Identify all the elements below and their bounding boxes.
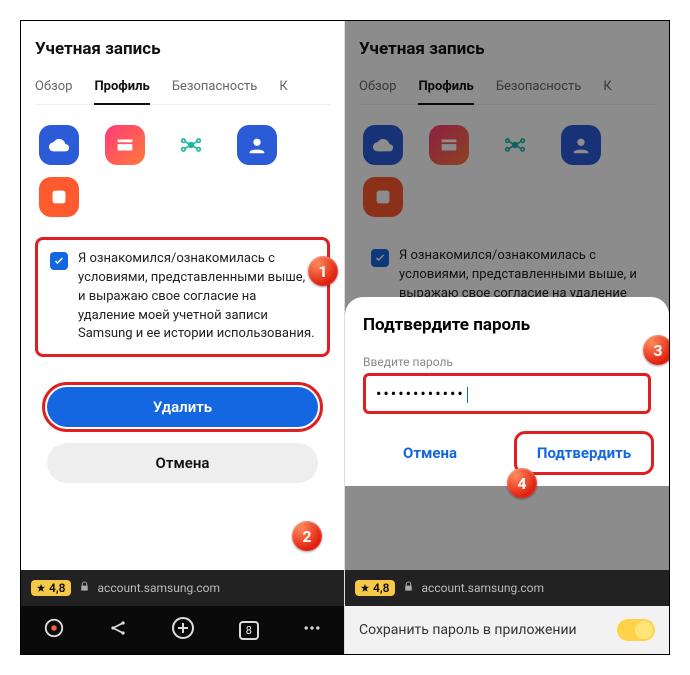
password-label: Введите пароль (363, 355, 651, 369)
cloud-icon[interactable] (39, 125, 79, 165)
add-icon[interactable] (171, 616, 195, 644)
cancel-button[interactable]: Отмена (47, 443, 318, 483)
save-password-text: Сохранить пароль в приложении (359, 622, 577, 638)
address-bar[interactable]: 4,8 account.samsung.com (345, 570, 669, 606)
browser-navbar: 8 (21, 606, 344, 654)
step-badge-2: 2 (292, 521, 322, 551)
consent-text: Я ознакомился/ознакомилась с условиями, … (78, 250, 315, 344)
sheet-cancel-button[interactable]: Отмена (363, 434, 497, 472)
home-icon[interactable] (43, 617, 65, 643)
screenshot-step-1-2: Учетная запись Обзор Профиль Безопасност… (21, 21, 345, 654)
sheet-title: Подтвердите пароль (363, 315, 651, 335)
step-badge-4: 4 (507, 468, 537, 498)
password-input[interactable]: •••••••••••• (363, 373, 651, 414)
smartthings-icon[interactable] (171, 125, 211, 165)
screenshot-step-3-4: Учетная запись Обзор Профиль Безопасност… (345, 21, 669, 654)
tab-profile[interactable]: Профиль (94, 73, 149, 104)
consent-checkbox[interactable] (50, 252, 68, 270)
contacts-icon[interactable] (237, 125, 277, 165)
step-badge-1: 1 (308, 256, 338, 286)
delete-button[interactable]: Удалить (47, 387, 318, 427)
sheet-confirm-button[interactable]: Подтвердить (517, 434, 651, 472)
tabs-count-icon[interactable]: 8 (239, 621, 259, 640)
tab-overview[interactable]: Обзор (35, 73, 72, 104)
step-badge-3: 3 (643, 335, 669, 365)
tab-security[interactable]: Безопасность (172, 73, 258, 104)
tabs: Обзор Профиль Безопасность К (35, 73, 330, 105)
page-title: Учетная запись (35, 21, 330, 73)
url-text: account.samsung.com (422, 581, 545, 595)
rating-badge: 4,8 (31, 580, 71, 596)
consent-box: Я ознакомился/ознакомилась с условиями, … (35, 237, 330, 357)
menu-icon[interactable] (302, 618, 322, 642)
lock-icon (403, 581, 414, 595)
tab-more[interactable]: К (279, 73, 287, 104)
share-icon[interactable] (108, 618, 128, 642)
themes-icon[interactable] (105, 125, 145, 165)
confirm-password-sheet: Подтвердите пароль Введите пароль ••••••… (345, 297, 669, 486)
penup-icon[interactable] (39, 177, 79, 217)
url-text: account.samsung.com (98, 581, 221, 595)
address-bar[interactable]: 4,8 account.samsung.com (21, 570, 344, 606)
save-password-bar: Сохранить пароль в приложении (345, 606, 669, 654)
lock-icon (79, 581, 90, 595)
rating-badge: 4,8 (355, 580, 395, 596)
save-password-toggle[interactable] (617, 619, 655, 641)
